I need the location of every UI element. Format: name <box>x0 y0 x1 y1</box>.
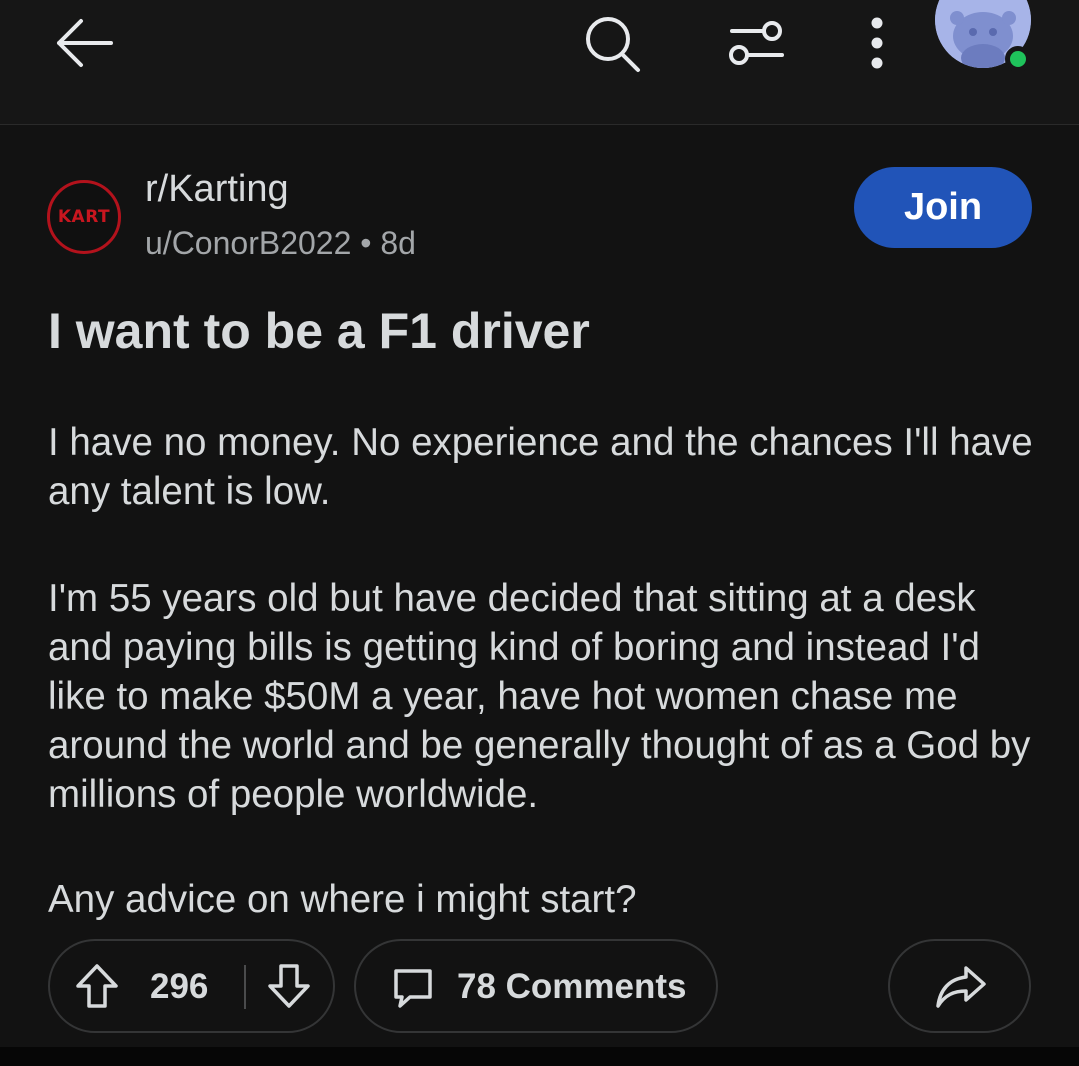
subreddit-icon-label: KART <box>57 207 111 227</box>
join-button[interactable]: Join <box>854 167 1032 248</box>
search-icon <box>586 17 640 72</box>
comments-button[interactable]: 78 Comments <box>354 939 718 1033</box>
online-status-indicator <box>1005 46 1031 72</box>
subreddit-icon[interactable]: KART <box>47 180 121 254</box>
filter-button[interactable] <box>718 8 794 78</box>
vote-divider <box>244 965 246 1009</box>
subreddit-name[interactable]: r/Karting <box>145 168 289 211</box>
back-arrow-icon <box>57 19 113 67</box>
post-meta: u/ConorB2022 • 8d <box>145 225 416 262</box>
share-button[interactable] <box>888 939 1031 1033</box>
downvote-button[interactable] <box>264 961 314 1011</box>
post-title: I want to be a F1 driver <box>48 303 590 359</box>
bottom-strip <box>0 1047 1079 1066</box>
more-vertical-icon <box>871 17 883 69</box>
back-button[interactable] <box>44 8 124 78</box>
post-age: 8d <box>380 225 416 261</box>
vote-bar: 296 <box>48 939 335 1033</box>
top-app-bar <box>0 0 1079 125</box>
upvote-arrow-icon <box>76 964 118 1008</box>
post-body-paragraph: Any advice on where i might start? <box>48 878 637 921</box>
post-body-paragraph: I have no money. No experience and the c… <box>48 421 1033 513</box>
more-options-button[interactable] <box>850 8 904 78</box>
filter-icon <box>729 21 784 65</box>
search-button[interactable] <box>572 6 652 80</box>
author-link[interactable]: u/ConorB2022 <box>145 225 351 261</box>
share-arrow-icon <box>934 961 988 1013</box>
meta-separator: • <box>360 225 372 261</box>
vote-score: 296 <box>150 967 209 1006</box>
downvote-arrow-icon <box>268 964 310 1008</box>
comments-count: 78 Comments <box>457 967 687 1006</box>
comment-bubble-icon <box>388 963 438 1013</box>
post-body-paragraph: I'm 55 years old but have decided that s… <box>48 577 1031 816</box>
upvote-button[interactable] <box>72 961 122 1011</box>
